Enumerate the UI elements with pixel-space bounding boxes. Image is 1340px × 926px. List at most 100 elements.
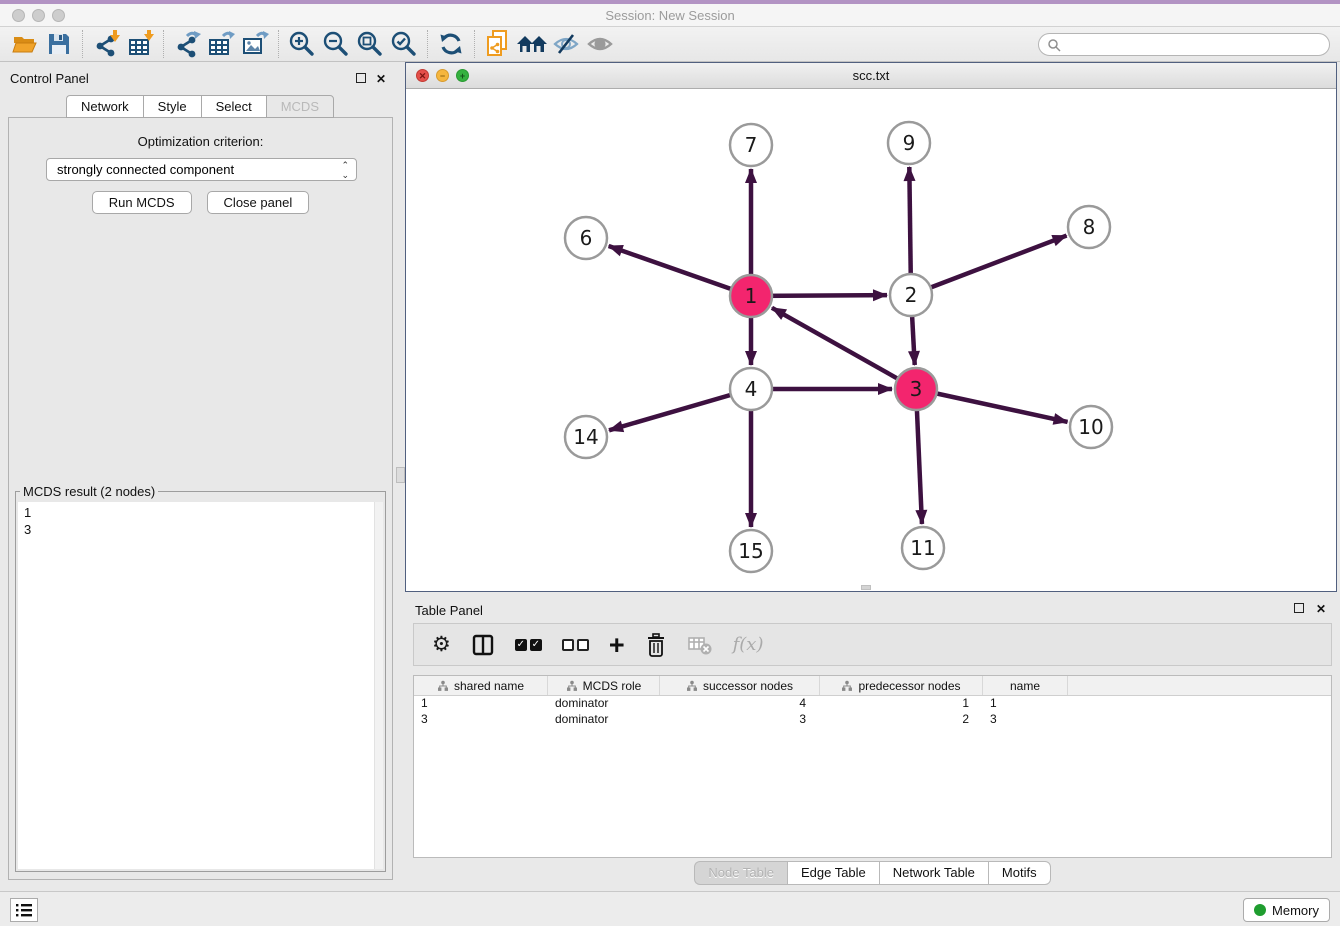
canvas-h-scroll-thumb[interactable] bbox=[861, 585, 871, 590]
clone-network-icon[interactable] bbox=[481, 29, 515, 59]
open-folder-icon[interactable] bbox=[8, 29, 42, 59]
mcds-tab-content: Optimization criterion: strongly connect… bbox=[8, 117, 393, 880]
close-panel-button[interactable]: Close panel bbox=[207, 191, 310, 214]
svg-text:11: 11 bbox=[910, 536, 935, 560]
graph-svg: 7 9 6 8 1 2 4 3 14 10 15 11 bbox=[406, 89, 1336, 591]
graph-edge-3-1[interactable] bbox=[772, 308, 916, 389]
graph-node-14[interactable]: 14 bbox=[565, 416, 607, 458]
main-toolbar bbox=[0, 27, 1340, 62]
column-header-successor-nodes[interactable]: successor nodes bbox=[660, 676, 820, 695]
select-all-icon[interactable]: ✓✓ bbox=[515, 639, 542, 651]
tab-mcds[interactable]: MCDS bbox=[266, 95, 334, 118]
graph-node-9[interactable]: 9 bbox=[888, 122, 930, 164]
graph-edge-2-8[interactable] bbox=[911, 236, 1067, 295]
network-canvas[interactable]: 7 9 6 8 1 2 4 3 14 10 15 11 bbox=[406, 89, 1336, 591]
mcds-result-title: MCDS result (2 nodes) bbox=[20, 484, 158, 499]
graph-node-7[interactable]: 7 bbox=[730, 124, 772, 166]
dropdown-stepper-icon: ⌃⌄ bbox=[341, 160, 349, 180]
zoom-out-icon[interactable] bbox=[319, 29, 353, 59]
export-network-icon[interactable] bbox=[170, 29, 204, 59]
task-history-button[interactable] bbox=[10, 898, 38, 922]
mcds-result-list[interactable]: 1 3 bbox=[18, 502, 383, 869]
svg-text:3: 3 bbox=[910, 377, 923, 401]
svg-text:8: 8 bbox=[1083, 215, 1096, 239]
import-network-icon[interactable] bbox=[89, 29, 123, 59]
import-table-icon[interactable] bbox=[123, 29, 157, 59]
save-icon[interactable] bbox=[42, 29, 76, 59]
svg-text:15: 15 bbox=[738, 539, 763, 563]
export-image-icon[interactable] bbox=[238, 29, 272, 59]
svg-text:4: 4 bbox=[745, 377, 758, 401]
svg-text:1: 1 bbox=[745, 284, 758, 308]
criterion-value: strongly connected component bbox=[57, 162, 234, 177]
graph-node-8[interactable]: 8 bbox=[1068, 206, 1110, 248]
result-scrollbar[interactable] bbox=[374, 502, 383, 869]
hide-panel-eye-slash-icon[interactable] bbox=[549, 29, 583, 59]
graph-node-3[interactable]: 3 bbox=[895, 368, 937, 410]
graph-edge-1-6[interactable] bbox=[609, 246, 751, 296]
tab-edge-table[interactable]: Edge Table bbox=[787, 861, 879, 885]
toolbar-separator bbox=[278, 30, 279, 58]
svg-text:7: 7 bbox=[745, 133, 758, 157]
mcds-result-group: MCDS result (2 nodes) 1 3 bbox=[15, 491, 386, 872]
graph-edge-3-10[interactable] bbox=[916, 389, 1068, 422]
control-panel-header: Control Panel ✕ bbox=[0, 62, 400, 94]
zoom-in-icon[interactable] bbox=[285, 29, 319, 59]
tab-network-table[interactable]: Network Table bbox=[879, 861, 988, 885]
control-panel: Control Panel ✕ Network Style Select MCD… bbox=[0, 62, 400, 886]
node-table: shared name MCDS role successor nodes pr… bbox=[413, 675, 1332, 858]
table-row[interactable]: 1 dominator 4 1 1 bbox=[414, 696, 1331, 712]
show-columns-icon[interactable] bbox=[471, 633, 495, 657]
search-icon bbox=[1047, 38, 1061, 52]
column-header-shared-name[interactable]: shared name bbox=[414, 676, 548, 695]
search-input[interactable] bbox=[1038, 33, 1330, 56]
tab-style[interactable]: Style bbox=[143, 95, 201, 118]
memory-button[interactable]: Memory bbox=[1243, 898, 1330, 922]
close-table-panel-icon[interactable]: ✕ bbox=[1316, 602, 1326, 616]
graph-node-4[interactable]: 4 bbox=[730, 368, 772, 410]
graph-node-2[interactable]: 2 bbox=[890, 274, 932, 316]
zoom-selected-icon[interactable] bbox=[387, 29, 421, 59]
table-row[interactable]: 3 dominator 3 2 3 bbox=[414, 712, 1331, 728]
graph-node-6[interactable]: 6 bbox=[565, 217, 607, 259]
show-panel-eye-icon[interactable] bbox=[583, 29, 617, 59]
export-table-icon[interactable] bbox=[204, 29, 238, 59]
close-panel-icon[interactable]: ✕ bbox=[376, 72, 386, 86]
flow-column-icon bbox=[437, 680, 449, 692]
graph-node-11[interactable]: 11 bbox=[902, 527, 944, 569]
table-settings-gear-icon[interactable]: ⚙ bbox=[432, 632, 451, 657]
refresh-icon[interactable] bbox=[434, 29, 468, 59]
delete-column-trash-icon[interactable] bbox=[645, 633, 667, 657]
home-view-icon[interactable] bbox=[515, 29, 549, 59]
svg-text:14: 14 bbox=[573, 425, 598, 449]
tab-node-table[interactable]: Node Table bbox=[694, 861, 787, 885]
flow-column-icon bbox=[566, 680, 578, 692]
window-title: Session: New Session bbox=[0, 4, 1340, 27]
table-panel-title: Table Panel bbox=[415, 603, 483, 618]
tab-motifs[interactable]: Motifs bbox=[988, 861, 1051, 885]
float-panel-icon[interactable] bbox=[356, 72, 366, 86]
toolbar-separator bbox=[427, 30, 428, 58]
control-panel-tabs: Network Style Select MCDS bbox=[0, 95, 400, 118]
criterion-dropdown[interactable]: strongly connected component ⌃⌄ bbox=[46, 158, 357, 181]
splitter-grip[interactable] bbox=[396, 467, 405, 483]
float-table-panel-icon[interactable] bbox=[1294, 602, 1304, 616]
tab-network[interactable]: Network bbox=[66, 95, 143, 118]
add-column-icon[interactable]: + bbox=[609, 635, 625, 655]
graph-node-15[interactable]: 15 bbox=[730, 530, 772, 572]
memory-label: Memory bbox=[1272, 903, 1319, 918]
graph-node-10[interactable]: 10 bbox=[1070, 406, 1112, 448]
network-window-titlebar[interactable]: ✕ − + scc.txt bbox=[406, 63, 1336, 89]
mcds-result-values: 1 3 bbox=[24, 504, 31, 538]
svg-text:2: 2 bbox=[905, 283, 918, 307]
table-toolbar: ⚙ ✓✓ + f(x) bbox=[413, 623, 1332, 666]
deselect-all-icon[interactable] bbox=[562, 639, 589, 651]
column-header-predecessor-nodes[interactable]: predecessor nodes bbox=[820, 676, 983, 695]
column-header-mcds-role[interactable]: MCDS role bbox=[548, 676, 660, 695]
graph-node-1[interactable]: 1 bbox=[730, 275, 772, 317]
column-header-name[interactable]: name bbox=[983, 676, 1068, 695]
tab-select[interactable]: Select bbox=[201, 95, 266, 118]
run-mcds-button[interactable]: Run MCDS bbox=[92, 191, 192, 214]
memory-status-icon bbox=[1254, 904, 1266, 916]
zoom-fit-icon[interactable] bbox=[353, 29, 387, 59]
